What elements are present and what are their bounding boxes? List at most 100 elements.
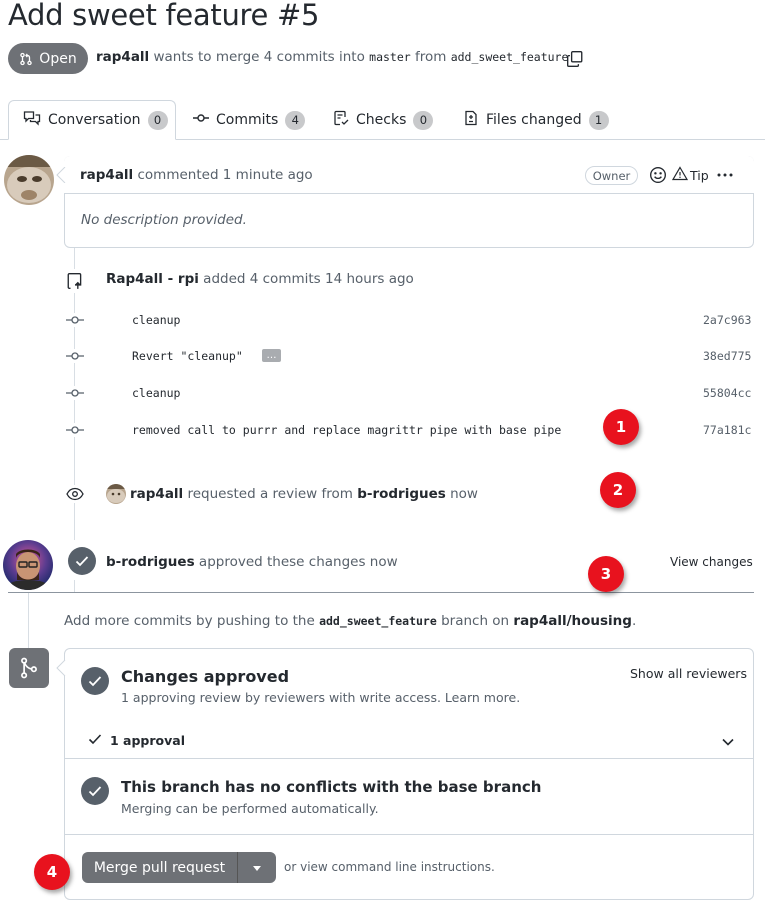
check-icon — [88, 733, 102, 748]
review-request-actor[interactable]: rap4all — [130, 486, 183, 502]
commit-message-link[interactable]: Revert "cleanup" — [132, 349, 243, 363]
approval-actor[interactable]: b-rodrigues — [106, 554, 195, 570]
avatar[interactable] — [106, 484, 126, 504]
avatar[interactable] — [3, 540, 53, 590]
tab-conversation-count: 0 — [147, 110, 168, 130]
review-request-text: rap4all requested a review from b-rodrig… — [130, 486, 478, 502]
tab-checks-label: Checks — [356, 112, 407, 128]
reviewer-link[interactable]: b-rodrigues — [357, 486, 446, 502]
command-line-link[interactable]: or view command line instructions. — [284, 860, 495, 874]
merge-box-pointer — [56, 660, 66, 676]
timeline-separator — [8, 592, 754, 593]
review-request-time: now — [445, 486, 478, 502]
commit-message-link[interactable]: cleanup — [132, 313, 180, 327]
pull-request-icon — [19, 52, 33, 66]
commit-icon — [66, 386, 84, 400]
review-request-desc: requested a review from — [183, 486, 358, 502]
push-hint-branch[interactable]: add_sweet_feature — [319, 614, 437, 628]
approvals-count: 1 approval — [110, 733, 185, 748]
tab-commits-label: Commits — [216, 112, 279, 128]
alert-icon — [671, 166, 689, 184]
tab-conversation[interactable]: Conversation 0 — [8, 100, 176, 140]
approval-text: b-rodrigues approved these changes now — [106, 554, 398, 570]
commit-message-link[interactable]: cleanup — [132, 386, 180, 400]
pr-state-badge: Open — [8, 43, 88, 74]
tab-commits-count: 4 — [285, 110, 306, 130]
approvals-toggle[interactable]: 1 approval — [88, 733, 185, 748]
tab-checks[interactable]: Checks 0 — [333, 100, 434, 140]
check-icon — [68, 547, 96, 575]
push-hint-middle: branch on — [436, 613, 514, 629]
diff-icon — [463, 110, 479, 130]
eye-icon — [66, 485, 84, 503]
checklist-icon — [333, 110, 349, 130]
commit-icon — [66, 313, 84, 327]
changes-approved-subtitle[interactable]: 1 approving review by reviewers with wri… — [121, 690, 520, 705]
show-all-reviewers-link[interactable]: Show all reviewers — [630, 666, 747, 681]
timeline-line — [74, 580, 75, 592]
tip-button[interactable]: Tip — [671, 166, 709, 184]
git-merge-icon — [9, 648, 49, 688]
commits-event-desc: added 4 commits 14 hours ago — [198, 271, 414, 287]
tab-conversation-label: Conversation — [48, 112, 141, 128]
pr-title: Add sweet feature #5 — [8, 0, 320, 32]
push-hint: Add more commits by pushing to the add_s… — [64, 613, 636, 629]
commit-sha-link[interactable]: 38ed775 — [703, 349, 751, 363]
tab-files-changed-label: Files changed — [486, 112, 582, 128]
approval-desc: approved these changes now — [194, 554, 398, 570]
push-hint-suffix: . — [631, 613, 637, 629]
commit-sha-link[interactable]: 55804cc — [703, 386, 751, 400]
tab-commits[interactable]: Commits 4 — [193, 100, 306, 140]
annotation-marker-2: 2 — [600, 472, 636, 508]
commit-message-link[interactable]: removed call to purrr and replace magrit… — [132, 423, 561, 437]
annotation-marker-4: 4 — [34, 854, 70, 890]
conversation-icon — [23, 110, 41, 130]
check-icon — [81, 667, 109, 695]
pr-meta: rap4all wants to merge 4 commits into ma… — [96, 49, 568, 65]
base-branch[interactable]: master — [369, 50, 411, 64]
push-hint-repo[interactable]: rap4all/housing — [513, 613, 632, 629]
kebab-icon[interactable] — [716, 167, 734, 187]
annotation-marker-1: 1 — [603, 409, 639, 445]
commits-event-text: Rap4all - rpi added 4 commits 14 hours a… — [106, 271, 414, 287]
head-branch[interactable]: add_sweet_feature — [451, 50, 569, 64]
comment-action: commented 1 minute ago — [133, 167, 313, 183]
push-hint-prefix: Add more commits by pushing to the — [64, 613, 320, 629]
commit-sha-link[interactable]: 2a7c963 — [703, 313, 751, 327]
triangle-down-icon — [253, 860, 261, 875]
pr-meta-text: wants to merge 4 commits into — [149, 49, 370, 65]
chevron-down-icon[interactable] — [721, 736, 735, 751]
pr-state-label: Open — [39, 50, 77, 67]
repo-push-icon — [63, 269, 87, 293]
smiley-icon[interactable] — [649, 166, 667, 188]
commit-sha-link[interactable]: 77a181c — [703, 423, 751, 437]
tab-checks-count: 0 — [413, 110, 434, 130]
view-changes-link[interactable]: View changes — [670, 555, 753, 569]
no-conflicts-subtitle: Merging can be performed automatically. — [121, 801, 379, 816]
merge-box-divider — [64, 758, 754, 759]
changes-approved-title: Changes approved — [121, 667, 290, 686]
annotation-marker-3: 3 — [588, 556, 624, 592]
commit-icon — [66, 349, 84, 363]
comment-body: No description provided. — [81, 212, 247, 228]
merge-method-dropdown[interactable] — [237, 852, 276, 883]
comment-author-link[interactable]: rap4all — [80, 167, 133, 183]
timeline-line — [28, 593, 29, 648]
commit-icon — [193, 112, 209, 128]
copy-icon[interactable] — [566, 50, 584, 72]
check-icon — [81, 777, 109, 805]
pr-from-text: from — [410, 49, 451, 65]
avatar[interactable] — [4, 155, 54, 205]
comment-header-text: rap4all commented 1 minute ago — [80, 167, 313, 183]
merge-box-divider — [64, 834, 754, 835]
comment-pointer — [56, 167, 66, 183]
commits-event-actor[interactable]: Rap4all - rpi — [106, 271, 199, 287]
pr-author-link[interactable]: rap4all — [96, 49, 149, 65]
merge-pull-request-button[interactable]: Merge pull request — [82, 852, 237, 883]
expand-commit-button[interactable]: … — [262, 349, 281, 362]
no-conflicts-title: This branch has no conflicts with the ba… — [121, 778, 542, 796]
owner-badge: Owner — [585, 166, 638, 185]
tip-label: Tip — [690, 167, 709, 183]
commit-icon — [66, 423, 84, 437]
tab-files-changed[interactable]: Files changed 1 — [463, 100, 609, 140]
